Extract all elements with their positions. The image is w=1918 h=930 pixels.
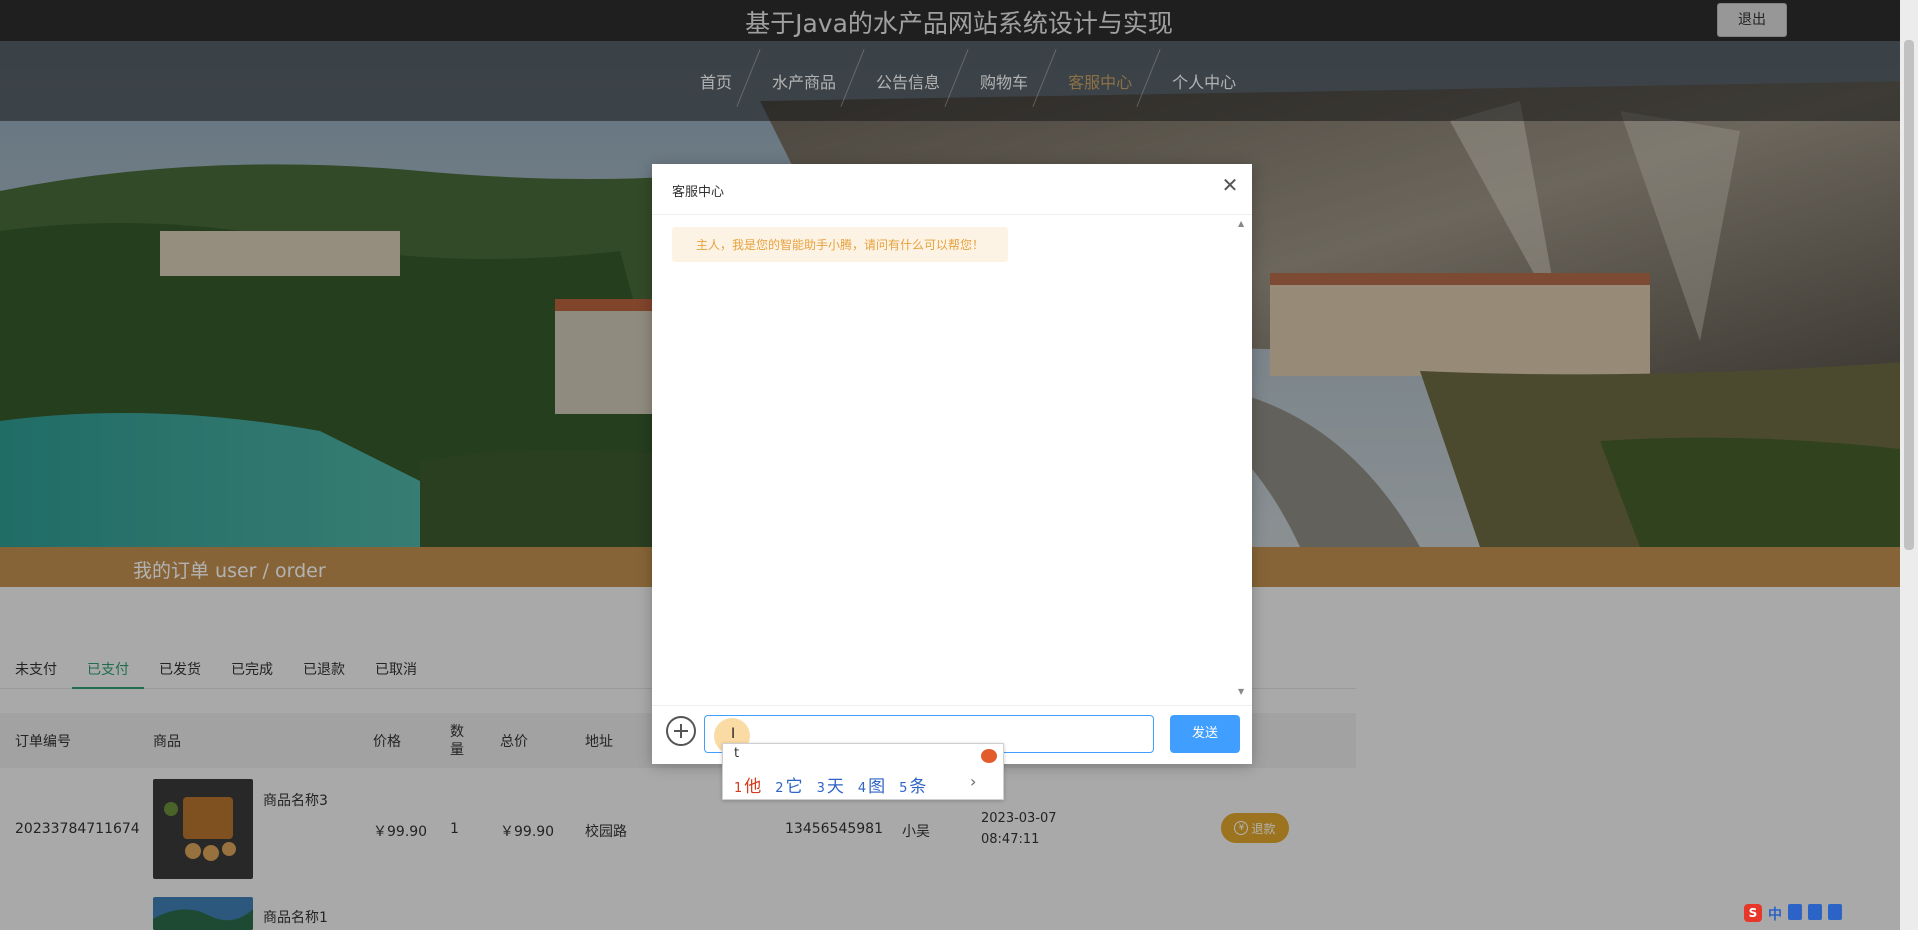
sogou-ime-icon[interactable]: S <box>1744 904 1762 922</box>
dialog-footer-divider <box>652 705 1252 706</box>
ime-logo-icon <box>981 749 997 763</box>
ime-candidate-popup: t 1他 2它 3天 4图 5条 › <box>722 743 1004 800</box>
ime-pinyin: t <box>734 746 740 761</box>
ime-tray: S 中 <box>1744 904 1842 924</box>
dialog-title: 客服中心 <box>672 185 725 200</box>
text-cursor-icon: I <box>731 726 736 742</box>
ime-candidate[interactable]: 2它 <box>775 772 802 797</box>
chat-scroll-up-icon[interactable]: ▲ <box>1238 219 1244 228</box>
ime-language-toggle[interactable]: 中 <box>1768 904 1782 924</box>
attach-plus-icon[interactable] <box>666 716 696 746</box>
ime-candidates: 1他 2它 3天 4图 5条 <box>734 772 926 797</box>
customer-service-dialog: 客服中心 ✕ 主人，我是您的智能助手小腾，请问有什么可以帮您！ ▲ ▼ 发送 <box>652 164 1252 764</box>
ime-candidate[interactable]: 5条 <box>899 772 926 797</box>
dialog-header: 客服中心 ✕ <box>652 164 1252 215</box>
skin-icon[interactable] <box>1828 904 1842 920</box>
ime-next-page-icon[interactable]: › <box>970 772 976 791</box>
page-scrollbar-thumb[interactable] <box>1904 40 1914 550</box>
close-icon[interactable]: ✕ <box>1219 174 1241 196</box>
keyboard-icon[interactable] <box>1808 904 1822 920</box>
microphone-icon[interactable] <box>1788 904 1802 920</box>
send-button[interactable]: 发送 <box>1170 715 1240 753</box>
ime-candidate[interactable]: 3天 <box>817 772 844 797</box>
chat-message-area[interactable]: 主人，我是您的智能助手小腾，请问有什么可以帮您！ <box>662 214 1242 704</box>
assistant-message: 主人，我是您的智能助手小腾，请问有什么可以帮您！ <box>672 227 1009 262</box>
ime-candidate[interactable]: 1他 <box>734 772 761 797</box>
ime-candidate[interactable]: 4图 <box>858 772 885 797</box>
chat-scroll-down-icon[interactable]: ▼ <box>1238 687 1244 696</box>
